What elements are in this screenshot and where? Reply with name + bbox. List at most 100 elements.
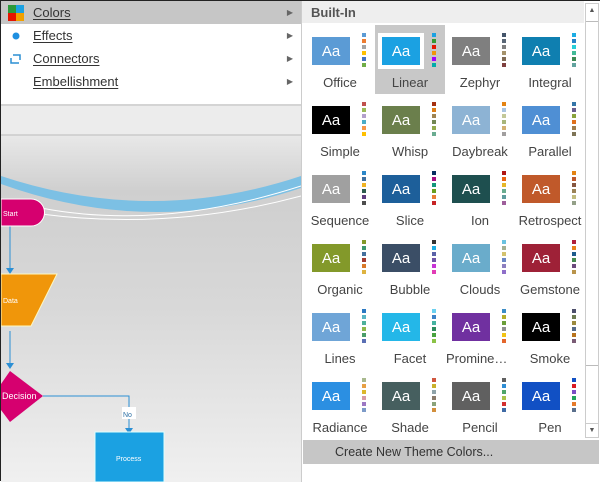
color-dot	[502, 201, 506, 205]
theme-organic[interactable]: Aa Organic	[305, 232, 375, 301]
theme-daybreak[interactable]: Aa Daybreak	[445, 94, 515, 163]
color-dot	[572, 189, 576, 193]
theme-color-dots	[572, 309, 576, 345]
theme-color-dots	[362, 240, 366, 276]
theme-clouds[interactable]: Aa Clouds	[445, 232, 515, 301]
color-dot	[432, 384, 436, 388]
color-dot	[502, 258, 506, 262]
color-dot	[572, 333, 576, 337]
theme-pencil[interactable]: Aa Pencil	[445, 370, 515, 439]
theme-color-dots	[502, 102, 506, 138]
color-dot	[432, 408, 436, 412]
theme-color-dots	[572, 33, 576, 69]
menu-item-label: Embellishment	[33, 74, 119, 89]
color-dot	[572, 51, 576, 55]
theme-name: Office	[323, 75, 357, 90]
theme-preview-swatch: Aa	[522, 244, 560, 272]
theme-shade[interactable]: Aa Shade	[375, 370, 445, 439]
theme-pen[interactable]: Aa Pen	[515, 370, 585, 439]
color-dot	[502, 339, 506, 343]
theme-preview-swatch: Aa	[452, 106, 490, 134]
theme-color-dots	[362, 171, 366, 207]
color-dot	[362, 63, 366, 67]
theme-parallel[interactable]: Aa Parallel	[515, 94, 585, 163]
color-dot	[572, 102, 576, 106]
theme-preview-swatch: Aa	[452, 244, 490, 272]
theme-preview-swatch: Aa	[382, 244, 420, 272]
theme-zephyr[interactable]: Aa Zephyr	[445, 25, 515, 94]
theme-smoke[interactable]: Aa Smoke	[515, 301, 585, 370]
theme-color-dots	[572, 102, 576, 138]
theme-preview-swatch: Aa	[312, 382, 350, 410]
menu-item-effects[interactable]: Effects ▶	[1, 24, 301, 47]
color-dot	[432, 402, 436, 406]
color-dot	[362, 390, 366, 394]
theme-integral[interactable]: Aa Integral	[515, 25, 585, 94]
theme-whisp[interactable]: Aa Whisp	[375, 94, 445, 163]
scroll-up-icon[interactable]: ▲	[586, 4, 598, 18]
color-dot	[502, 315, 506, 319]
color-dot	[502, 171, 506, 175]
gallery-scrollbar[interactable]: ▲ ▼	[585, 3, 599, 438]
color-dot	[432, 309, 436, 313]
menu-item-embellishment[interactable]: Embellishment ▶	[1, 70, 301, 93]
flowchart: Start Data Decision No Process	[0, 176, 302, 483]
theme-color-dots	[572, 171, 576, 207]
theme-bubble[interactable]: Aa Bubble	[375, 232, 445, 301]
theme-name: Smoke	[529, 351, 571, 366]
menu-item-connectors[interactable]: Connectors ▶	[1, 47, 301, 70]
theme-preview-swatch: Aa	[312, 244, 350, 272]
theme-simple[interactable]: Aa Simple	[305, 94, 375, 163]
color-dot	[572, 45, 576, 49]
process-label: Process	[116, 456, 142, 463]
color-dot	[362, 315, 366, 319]
color-dot	[432, 327, 436, 331]
theme-preview-swatch: Aa	[522, 313, 560, 341]
menu-item-label: Effects	[33, 28, 73, 43]
theme-name: Shade	[391, 420, 429, 435]
theme-name: Clouds	[459, 282, 501, 297]
theme-color-dots	[572, 378, 576, 414]
colors-gallery: Built-In Aa Office Aa Linear Aa Zephyr Aa Integ…	[301, 1, 600, 482]
theme-name: Zephyr	[459, 75, 501, 90]
color-dot	[502, 45, 506, 49]
create-new-theme-colors-button[interactable]: Create New Theme Colors...	[303, 440, 599, 464]
theme-slice[interactable]: Aa Slice	[375, 163, 445, 232]
theme-office[interactable]: Aa Office	[305, 25, 375, 94]
theme-preview-swatch: Aa	[452, 313, 490, 341]
theme-ion[interactable]: Aa Ion	[445, 163, 515, 232]
color-dot	[572, 321, 576, 325]
color-dot	[502, 132, 506, 136]
color-dot	[362, 252, 366, 256]
theme-facet[interactable]: Aa Facet	[375, 301, 445, 370]
theme-name: Lines	[324, 351, 356, 366]
theme-retrospect[interactable]: Aa Retrospect	[515, 163, 585, 232]
theme-radiance[interactable]: Aa Radiance	[305, 370, 375, 439]
theme-linear[interactable]: Aa Linear	[375, 25, 445, 94]
theme-lines[interactable]: Aa Lines	[305, 301, 375, 370]
color-dot	[362, 57, 366, 61]
menu-item-colors[interactable]: Colors ▶	[1, 1, 301, 24]
color-dot	[432, 120, 436, 124]
color-dot	[362, 33, 366, 37]
theme-color-dots	[502, 240, 506, 276]
color-dot	[362, 189, 366, 193]
color-dot	[502, 63, 506, 67]
color-dot	[572, 408, 576, 412]
scroll-down-icon[interactable]: ▼	[586, 423, 598, 437]
theme-preview-swatch: Aa	[312, 37, 350, 65]
color-dot	[432, 240, 436, 244]
color-dot	[432, 333, 436, 337]
color-dot	[432, 321, 436, 325]
theme-sequence[interactable]: Aa Sequence	[305, 163, 375, 232]
color-dot	[502, 384, 506, 388]
theme-prominence[interactable]: Aa Prominence	[445, 301, 515, 370]
theme-name: Sequence	[310, 213, 370, 228]
theme-gemstone[interactable]: Aa Gemstone	[515, 232, 585, 301]
color-dot	[362, 384, 366, 388]
scroll-thumb[interactable]	[586, 21, 598, 366]
theme-name: Ion	[470, 213, 490, 228]
theme-name: Parallel	[528, 144, 572, 159]
color-dot	[432, 246, 436, 250]
color-dot	[362, 327, 366, 331]
